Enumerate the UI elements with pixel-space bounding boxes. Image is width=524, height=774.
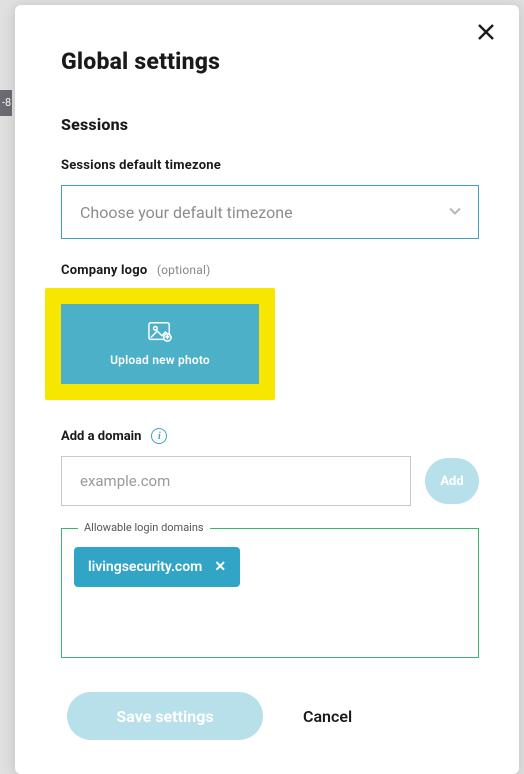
- allowable-domains-fieldset: Allowable login domains livingsecurity.c…: [61, 528, 479, 658]
- upload-highlight: Upload new photo: [45, 288, 275, 400]
- remove-chip-icon[interactable]: ✕: [214, 559, 226, 575]
- domain-chip: livingsecurity.com ✕: [74, 547, 240, 587]
- global-settings-modal: Global settings Sessions Sessions defaul…: [15, 5, 519, 774]
- bg-fragment: -8: [0, 90, 12, 116]
- upload-photo-button[interactable]: Upload new photo: [61, 304, 259, 384]
- add-domain-label: Add a domain i: [61, 428, 479, 444]
- save-settings-button[interactable]: Save settings: [67, 692, 263, 740]
- upload-photo-label: Upload new photo: [110, 353, 210, 367]
- cancel-button[interactable]: Cancel: [303, 707, 352, 726]
- fieldset-legend: Allowable login domains: [78, 521, 210, 534]
- domain-chip-label: livingsecurity.com: [88, 559, 202, 575]
- add-domain-button[interactable]: Add: [425, 458, 479, 504]
- info-icon[interactable]: i: [151, 428, 167, 444]
- close-icon: [477, 23, 495, 41]
- timezone-select[interactable]: Choose your default timezone: [61, 185, 479, 239]
- timezone-label: Sessions default timezone: [61, 158, 479, 173]
- company-logo-label: Company logo (optional): [61, 263, 479, 278]
- modal-title: Global settings: [61, 48, 479, 75]
- image-upload-icon: [148, 321, 172, 343]
- domain-input[interactable]: [61, 456, 411, 506]
- close-button[interactable]: [477, 23, 499, 45]
- sessions-heading: Sessions: [61, 115, 479, 134]
- optional-hint: (optional): [157, 263, 211, 277]
- chevron-down-icon: [448, 203, 462, 222]
- timezone-select-placeholder: Choose your default timezone: [80, 203, 293, 222]
